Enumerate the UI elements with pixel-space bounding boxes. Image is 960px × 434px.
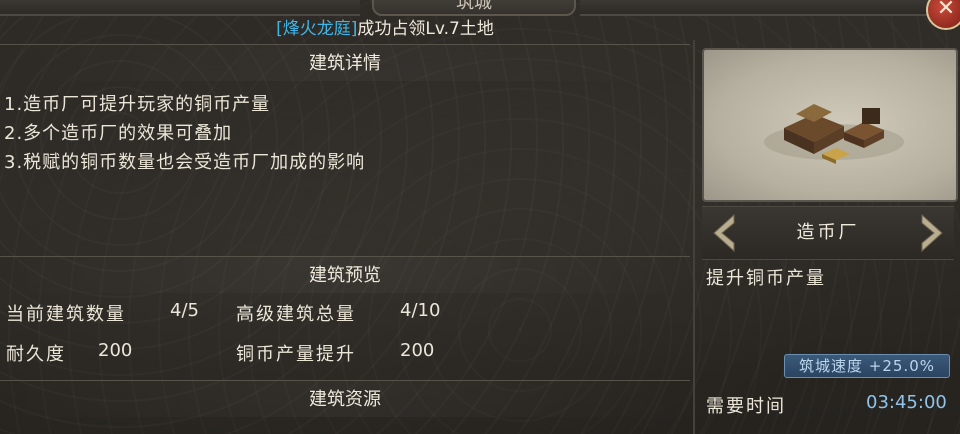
building-effect: 提升铜币产量 [706, 268, 826, 289]
column-divider [693, 40, 695, 434]
details-list: 1.造币厂可提升玩家的铜币产量 2.多个造币厂的效果可叠加 3.税赋的铜币数量也… [4, 90, 365, 177]
building-selector: 造币厂 [702, 206, 954, 260]
occupy-text: 成功占领Lv.7土地 [357, 19, 494, 39]
durability-value: 200 [98, 340, 133, 361]
mint-building-icon [764, 104, 904, 164]
resources-heading: 建筑资源 [0, 380, 690, 417]
details-line: 3.税赋的铜币数量也会受造币厂加成的影响 [4, 152, 366, 173]
details-line: 1.造币厂可提升玩家的铜币产量 [4, 94, 271, 115]
building-image [702, 48, 958, 202]
next-arrow-icon[interactable] [916, 213, 946, 253]
current-count-value: 4/5 [170, 300, 199, 321]
current-count-label: 当前建筑数量 [6, 304, 126, 325]
build-speed-badge: 筑城速度 +25.0% [784, 354, 950, 378]
durability-label: 耐久度 [6, 344, 66, 365]
advanced-total-value: 4/10 [400, 300, 441, 321]
copper-boost-value: 200 [400, 340, 435, 361]
occupy-message: [烽火龙庭]成功占领Lv.7土地 [0, 14, 770, 39]
preview-heading: 建筑预览 [0, 256, 690, 293]
close-icon: ✕ [936, 0, 956, 21]
time-label: 需要时间 [706, 396, 786, 417]
advanced-total-label: 高级建筑总量 [236, 304, 356, 325]
details-line: 2.多个造币厂的效果可叠加 [4, 123, 233, 144]
details-heading: 建筑详情 [0, 44, 690, 81]
time-value: 03:45:00 [866, 392, 947, 413]
alliance-name: [烽火龙庭] [276, 19, 358, 39]
copper-boost-label: 铜币产量提升 [236, 344, 356, 365]
